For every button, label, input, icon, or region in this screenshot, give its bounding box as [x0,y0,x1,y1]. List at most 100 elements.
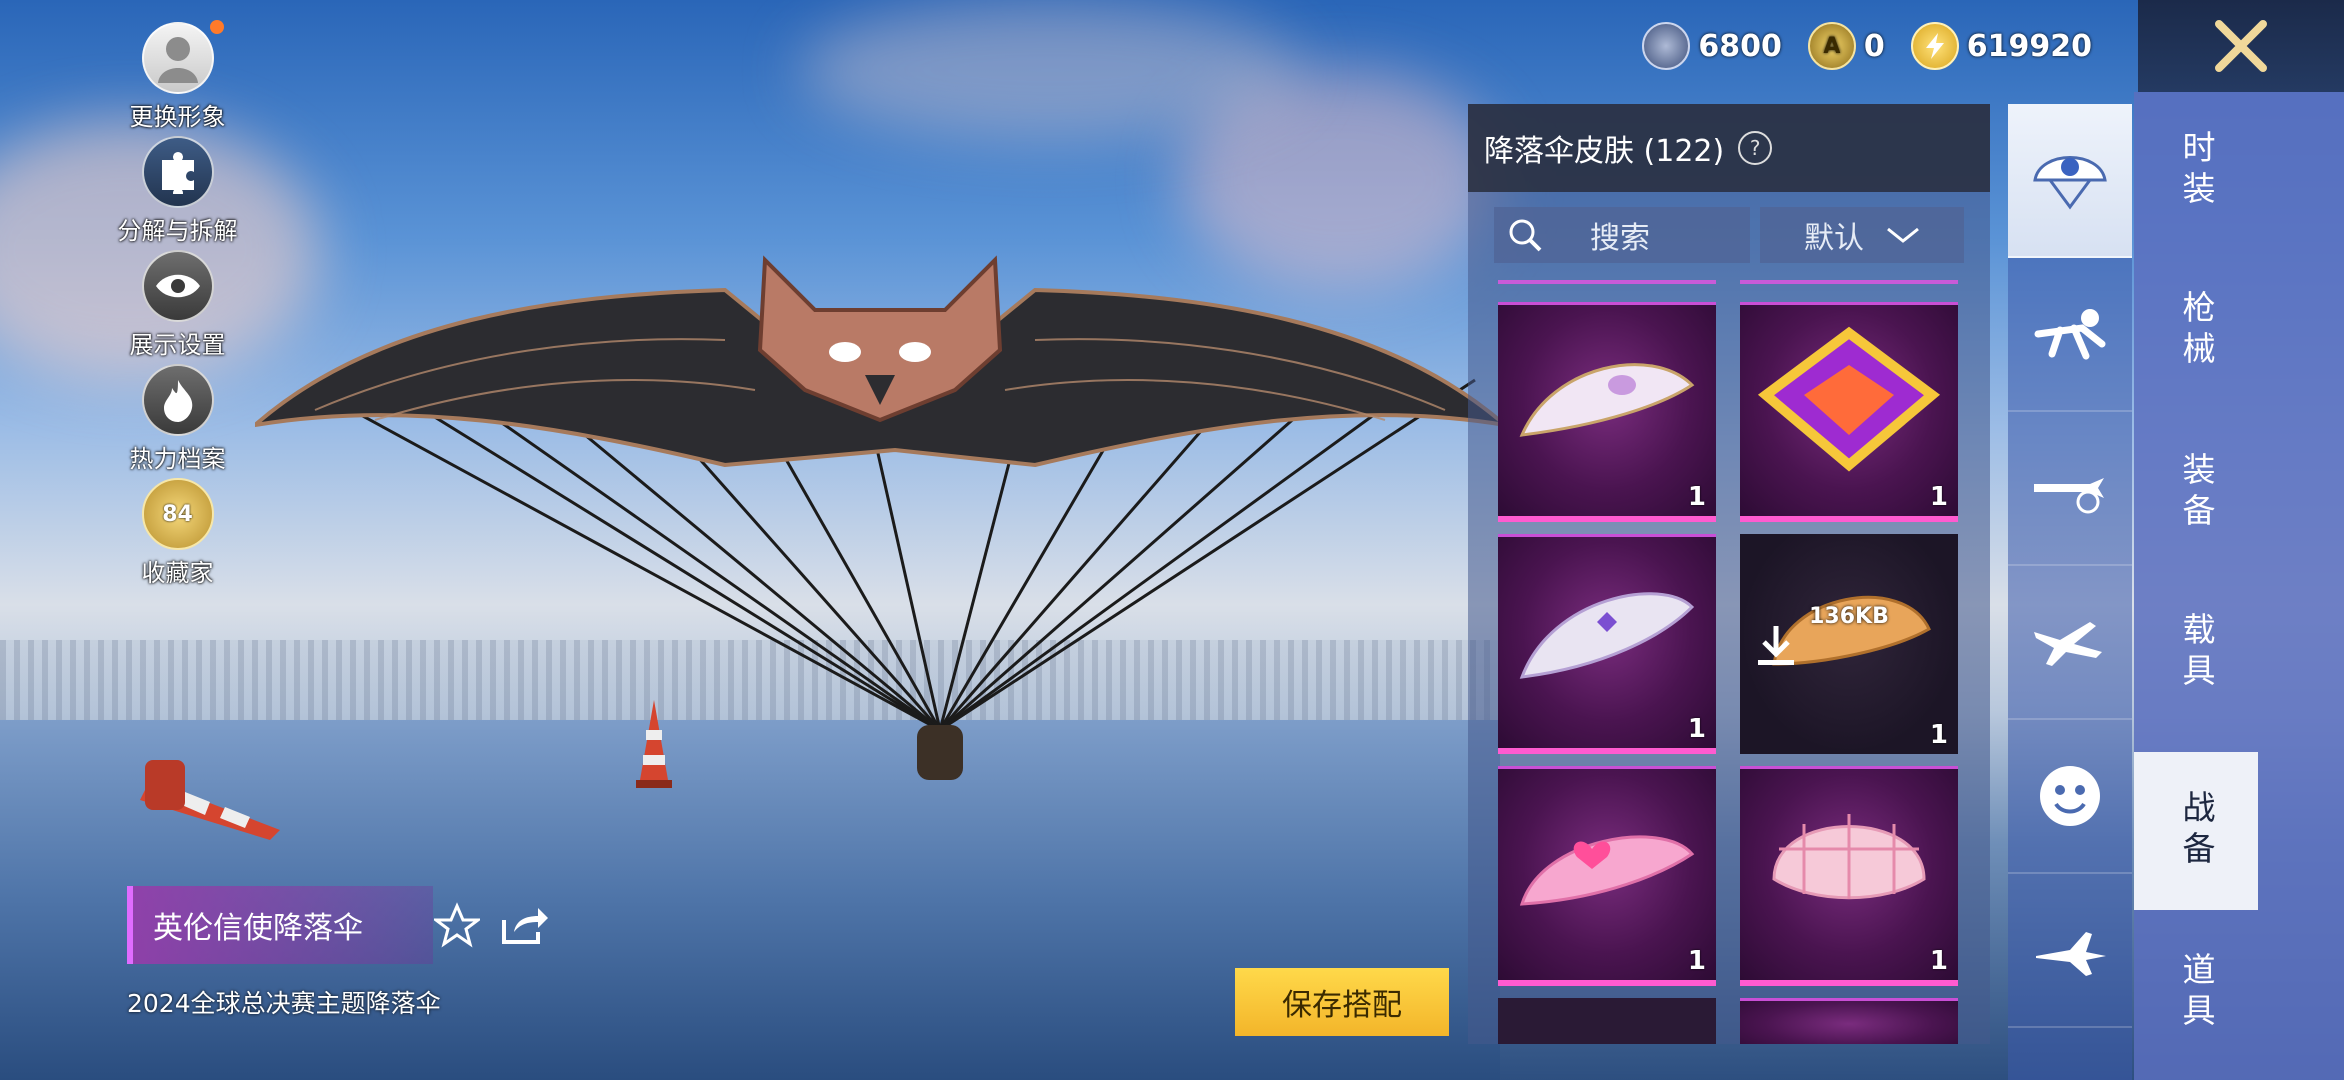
eye-icon [141,250,214,322]
ag-coin-icon: A [1807,22,1856,70]
tab-items[interactable]: 道具 [2134,914,2258,1072]
search-row: 搜索 默认 [1494,207,1964,263]
airplane-icon [2034,622,2102,666]
sort-dropdown[interactable]: 默认 [1760,207,1964,263]
currency-bar: 6800 A 0 619920 [1642,18,2092,74]
tab-emote[interactable] [2008,720,2132,874]
download-overlay: 136KB [1740,604,1958,665]
tab-vehicles[interactable]: 载具 [2134,574,2258,732]
card-count: 1 [1929,720,1948,750]
skin-card[interactable]: 1 [1498,302,1716,522]
tab-airplane[interactable] [2008,566,2132,720]
parachute-icon [2033,156,2107,210]
item-name: 英伦信使降落伞 [153,911,363,946]
skin-card[interactable]: 1 [1740,766,1958,986]
search-placeholder: 搜索 [1590,221,1650,256]
subcategory-tabs [2008,104,2132,1080]
change-avatar-label: 更换形象 [129,103,226,131]
card-count: 1 [1687,482,1706,512]
skin-card[interactable]: 136KB 1 [1740,534,1958,754]
collector-button[interactable]: 84 收藏家 [110,478,245,592]
flame-icon [141,364,214,436]
card-count: 1 [1929,482,1948,512]
share-icon [502,908,548,944]
share-button[interactable] [498,902,550,948]
tab-parachute[interactable] [2008,104,2132,258]
divider [1740,280,1958,284]
tab-label: 载具 [2177,612,2216,694]
card-count: 1 [1687,946,1706,976]
tab-plane-trail[interactable] [2008,412,2132,566]
skin-card[interactable] [1498,998,1716,1044]
decompose-label: 分解与拆解 [117,217,238,245]
plane-trail-icon [2034,478,2104,514]
tab-label: 装备 [2177,452,2216,534]
left-side-menu: 更换形象 分解与拆解 展示设置 热力档案 84 收藏家 [110,20,245,592]
tab-fighter-jet[interactable] [2008,874,2132,1028]
currency-ag-value: 0 [1863,28,1885,64]
tab-label: 时装 [2177,130,2216,212]
skin-card[interactable] [1740,998,1958,1044]
tab-weapons[interactable]: 枪械 [2134,252,2258,410]
display-settings-button[interactable]: 展示设置 [110,250,245,364]
currency-bp: 619920 [1910,22,2092,70]
parachute-skin-icon [1519,835,1695,906]
parachute-skin-icon [1519,592,1695,679]
parachute-skin-icon [1519,363,1695,437]
close-button[interactable] [2138,0,2344,92]
download-icon [1758,626,1794,665]
tab-battle-gear[interactable]: 战备 [2134,752,2258,910]
notification-dot [209,20,224,34]
change-avatar-button[interactable]: 更换形象 [110,20,245,136]
favorite-star-button[interactable] [431,902,483,948]
help-icon[interactable]: ? [1738,131,1773,165]
divider [1498,280,1716,284]
search-input[interactable]: 搜索 [1494,207,1750,263]
star-icon [431,902,483,948]
tab-skydiver[interactable] [2008,258,2132,412]
search-icon [1509,219,1542,252]
cloud [800,0,1300,140]
currency-silver-value: 6800 [1698,28,1782,64]
heat-profile-button[interactable]: 热力档案 [110,364,245,478]
smiley-emote-icon [2040,766,2100,826]
panel-header: 降落伞皮肤 (122) ? [1468,104,1990,192]
decompose-button[interactable]: 分解与拆解 [110,136,245,250]
category-tabs: 时装 枪械 装备 载具 战备 道具 [2134,92,2344,1080]
currency-bp-value: 619920 [1966,28,2092,64]
item-name-banner: 英伦信使降落伞 [127,886,433,964]
tab-fashion[interactable]: 时装 [2134,92,2258,250]
save-outfit-button[interactable]: 保存搭配 [1235,968,1449,1036]
heat-profile-label: 热力档案 [129,445,226,473]
card-count: 1 [1929,946,1948,976]
currency-silver: 6800 [1642,22,1782,70]
tab-label: 道具 [2177,952,2216,1034]
skin-card[interactable]: 1 [1740,302,1958,522]
tab-label: 战备 [2177,790,2216,872]
parachute-skin-icon [1772,814,1926,900]
skin-card[interactable]: 1 [1498,766,1716,986]
skin-list-panel: 降落伞皮肤 (122) ? 搜索 默认 1 1 1 136KB 1 1 1 [1468,104,1990,1044]
collector-label: 收藏家 [141,559,214,587]
chevron-down-icon [1887,227,1919,243]
puzzle-icon [141,136,214,208]
parachute-skin-icon [1757,326,1941,472]
close-icon [2215,20,2267,72]
collector-level: 84 [162,501,193,527]
bp-coin-icon [1910,22,1959,70]
fighter-jet-icon [2036,932,2106,976]
tab-equipment[interactable]: 装备 [2134,414,2258,572]
panel-title: 降落伞皮肤 (122) [1484,134,1725,169]
tab-label: 枪械 [2177,290,2216,372]
avatar-icon [141,20,224,94]
item-description: 2024全球总决赛主题降落伞 [127,989,441,1018]
display-settings-label: 展示设置 [129,331,226,359]
skydiver-icon [2034,309,2106,360]
card-count: 1 [1687,714,1706,744]
silver-coin-icon [1642,22,1691,70]
currency-ag: A 0 [1807,22,1885,70]
parachute-preview[interactable] [255,240,1505,810]
collector-badge-icon: 84 [141,478,214,550]
sort-value: 默认 [1804,221,1864,256]
skin-card[interactable]: 1 [1498,534,1716,754]
